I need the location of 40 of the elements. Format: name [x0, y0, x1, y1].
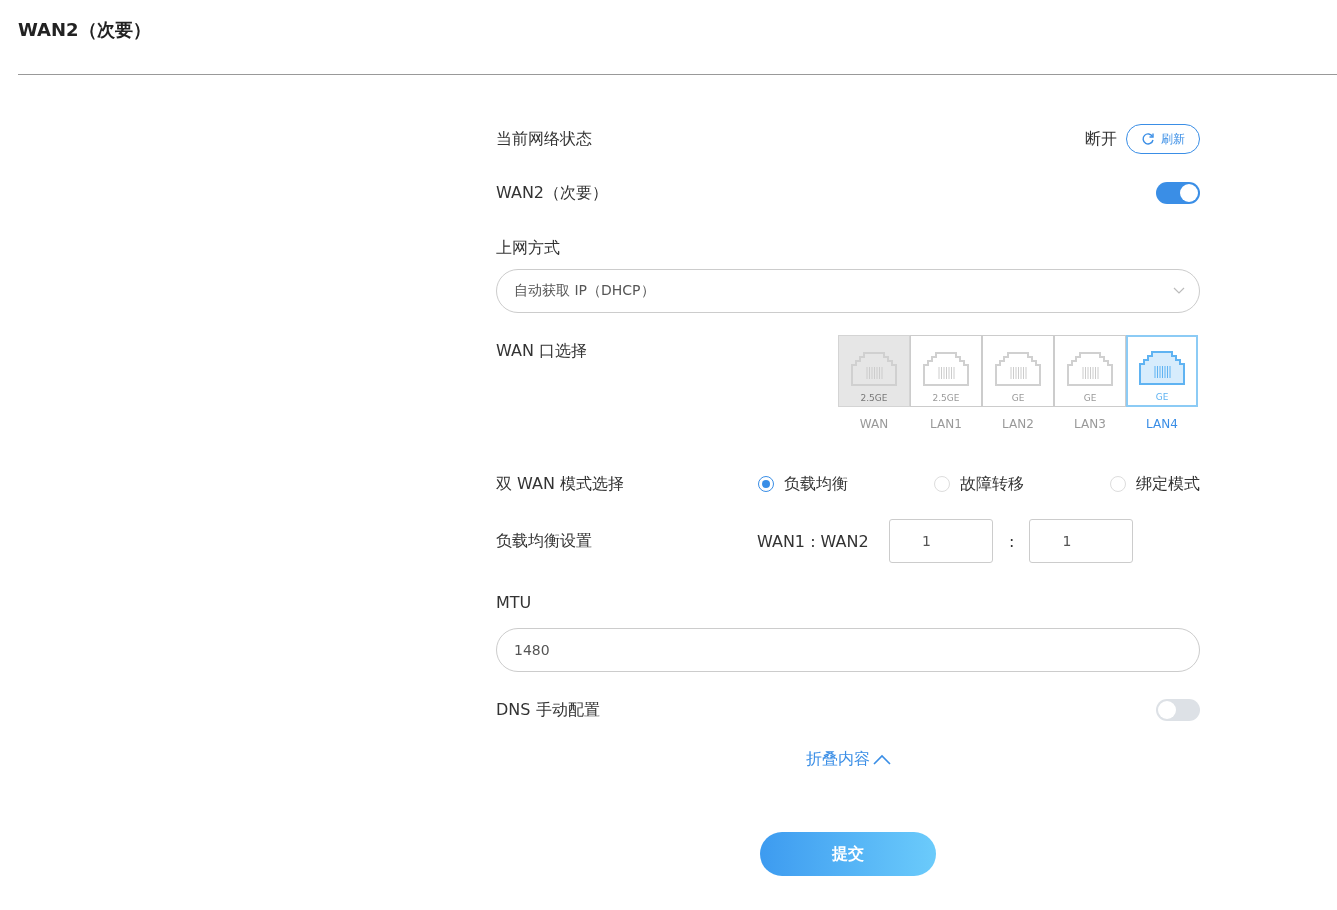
- toggle-switch[interactable]: [1156, 182, 1200, 204]
- submit-button[interactable]: 提交: [760, 832, 936, 876]
- input-field[interactable]: 1480: [496, 628, 1200, 672]
- field-label: 双 WAN 模式选择: [496, 473, 625, 495]
- field-label: 上网方式: [496, 237, 560, 259]
- port-speed: 2.5GE: [932, 393, 960, 403]
- field-label: DNS 手动配置: [496, 699, 600, 721]
- field-label: 当前网络状态: [496, 128, 592, 150]
- field-label: WAN 口选择: [496, 341, 587, 362]
- port-name: LAN1: [930, 417, 962, 431]
- port-option[interactable]: GE: [1126, 335, 1198, 407]
- radio-option[interactable]: 绑定模式: [1110, 473, 1200, 495]
- port-name: LAN3: [1074, 417, 1106, 431]
- toggle-switch[interactable]: [1156, 699, 1200, 721]
- port-name: LAN2: [1002, 417, 1034, 431]
- ratio-label: WAN1 : WAN2: [757, 531, 870, 551]
- ratio-separator: :: [1009, 531, 1015, 551]
- port-option[interactable]: GE: [1054, 335, 1126, 407]
- port-option[interactable]: GE: [982, 335, 1054, 407]
- page-title: WAN2（次要）: [18, 18, 151, 42]
- field-label: MTU: [496, 592, 532, 612]
- refresh-button[interactable]: 刷新: [1126, 124, 1200, 154]
- port-name: WAN: [859, 417, 889, 431]
- port-name: LAN4: [1146, 417, 1178, 431]
- port-speed: GE: [1155, 392, 1169, 402]
- refresh-icon: [1141, 132, 1155, 146]
- collapse-link[interactable]: 折叠内容: [805, 749, 891, 770]
- port-speed: GE: [1011, 393, 1025, 403]
- chevron-up-icon: [872, 754, 891, 765]
- field-label: 负载均衡设置: [496, 530, 593, 552]
- status-value: 断开: [1085, 128, 1117, 150]
- port-speed: 2.5GE: [860, 393, 888, 403]
- radio-option[interactable]: 负载均衡: [758, 473, 848, 495]
- radio-option[interactable]: 故障转移: [934, 473, 1024, 495]
- input-field[interactable]: 1: [1029, 519, 1134, 563]
- port-speed: GE: [1083, 393, 1097, 403]
- input-field[interactable]: 1: [889, 519, 993, 563]
- port-option[interactable]: 2.5GE: [910, 335, 982, 407]
- field-label: WAN2（次要）: [496, 182, 609, 204]
- chevron-down-icon: [1173, 287, 1185, 295]
